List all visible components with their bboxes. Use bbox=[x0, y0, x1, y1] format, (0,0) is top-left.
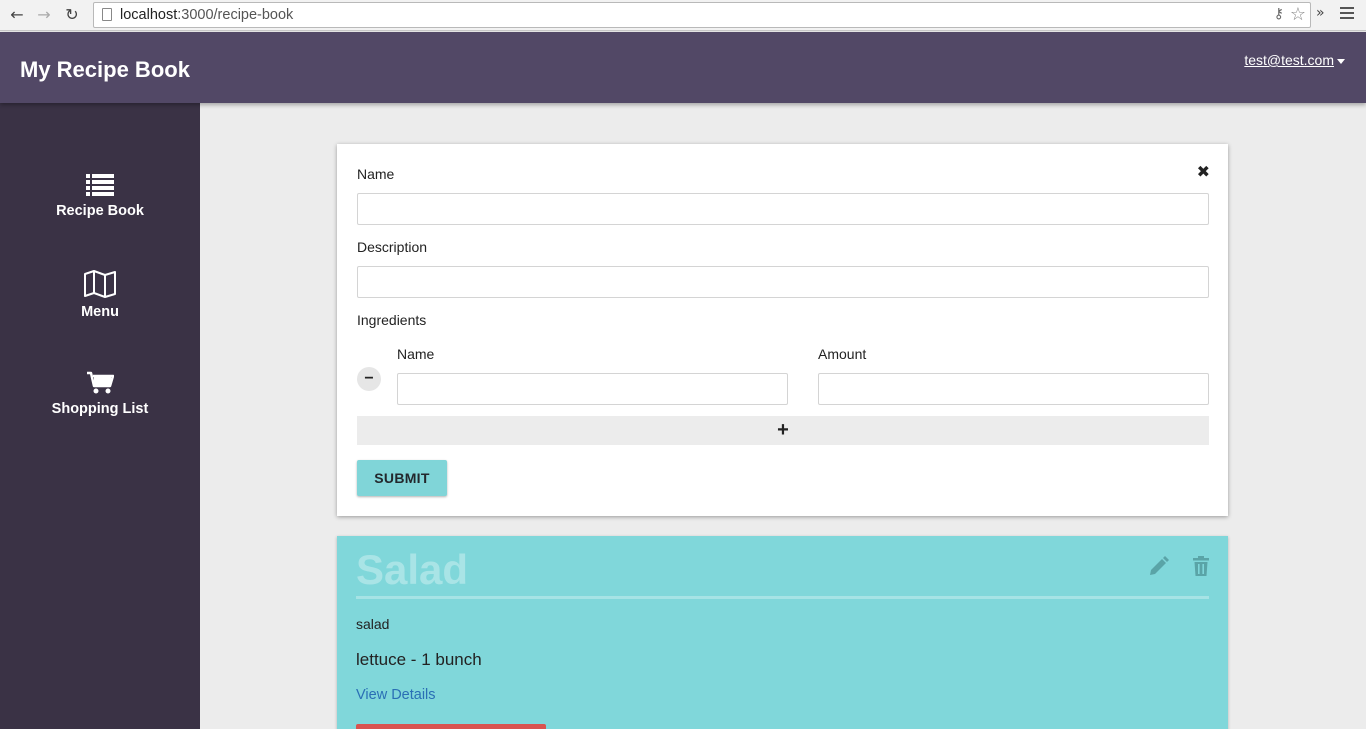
url-text[interactable]: localhost:3000/recipe-book bbox=[120, 7, 293, 23]
close-icon[interactable]: ✖ bbox=[1197, 162, 1210, 181]
ingredients-label: Ingredients bbox=[357, 312, 427, 328]
user-menu-dropdown[interactable]: test@test.com bbox=[1244, 52, 1345, 68]
recipe-ingredient: lettuce - 1 bunch bbox=[356, 650, 482, 669]
trash-icon[interactable] bbox=[1190, 555, 1212, 577]
view-details-link[interactable]: View Details bbox=[356, 687, 436, 703]
pencil-icon[interactable] bbox=[1148, 555, 1170, 577]
recipe-title: Salad bbox=[356, 546, 469, 593]
sidebar-item-label: Recipe Book bbox=[56, 203, 144, 219]
recipe-name-input[interactable] bbox=[357, 193, 1209, 225]
cart-icon bbox=[87, 371, 114, 394]
recipe-card: Salad salad lettuce - 1 bunch View Detai… bbox=[337, 536, 1228, 729]
extensions-chevron-icon[interactable]: » bbox=[1316, 5, 1325, 21]
ingredient-name-input[interactable] bbox=[397, 373, 788, 405]
caret-down-icon bbox=[1337, 58, 1345, 64]
forward-arrow-icon[interactable]: → bbox=[34, 5, 54, 25]
browser-menu-icon[interactable] bbox=[1340, 7, 1354, 21]
add-ingredient-button[interactable]: + bbox=[357, 416, 1209, 445]
sidebar: Recipe Book Menu Shopping List bbox=[0, 103, 200, 729]
map-icon bbox=[84, 270, 116, 298]
ingredient-amount-input[interactable] bbox=[818, 373, 1209, 405]
submit-button[interactable]: SUBMIT bbox=[357, 460, 447, 496]
app-header: My Recipe Book test@test.com bbox=[0, 32, 1366, 103]
sidebar-item-menu[interactable]: Menu bbox=[0, 270, 200, 320]
bookmark-star-icon[interactable]: ☆ bbox=[1290, 4, 1306, 25]
ingredient-amount-label: Amount bbox=[818, 346, 867, 362]
ingredient-name-label: Name bbox=[397, 346, 435, 362]
user-email[interactable]: test@test.com bbox=[1244, 52, 1334, 68]
recipe-form-card: ✖ Name Description Ingredients − Name Am… bbox=[337, 144, 1228, 516]
remove-ingredient-button[interactable]: − bbox=[357, 367, 381, 391]
browser-toolbar: ← → ↻ localhost:3000/recipe-book ⚷ ☆ » bbox=[0, 0, 1366, 31]
sidebar-item-label: Menu bbox=[81, 304, 119, 320]
address-bar[interactable]: localhost:3000/recipe-book ⚷ ☆ bbox=[93, 2, 1311, 28]
recipe-description-input[interactable] bbox=[357, 266, 1209, 298]
sidebar-item-shopping-list[interactable]: Shopping List bbox=[0, 371, 200, 417]
back-arrow-icon[interactable]: ← bbox=[7, 5, 27, 25]
page-icon bbox=[102, 8, 112, 21]
list-icon bbox=[86, 174, 114, 196]
description-label: Description bbox=[357, 239, 428, 255]
sidebar-item-label: Shopping List bbox=[51, 401, 149, 417]
sidebar-item-recipe-book[interactable]: Recipe Book bbox=[0, 173, 200, 219]
key-icon[interactable]: ⚷ bbox=[1274, 6, 1284, 22]
danger-button[interactable] bbox=[356, 724, 546, 729]
name-label: Name bbox=[357, 166, 395, 182]
recipe-description: salad bbox=[356, 616, 390, 632]
app-title[interactable]: My Recipe Book bbox=[20, 57, 190, 83]
title-divider bbox=[356, 596, 1209, 599]
reload-icon[interactable]: ↻ bbox=[62, 5, 82, 25]
